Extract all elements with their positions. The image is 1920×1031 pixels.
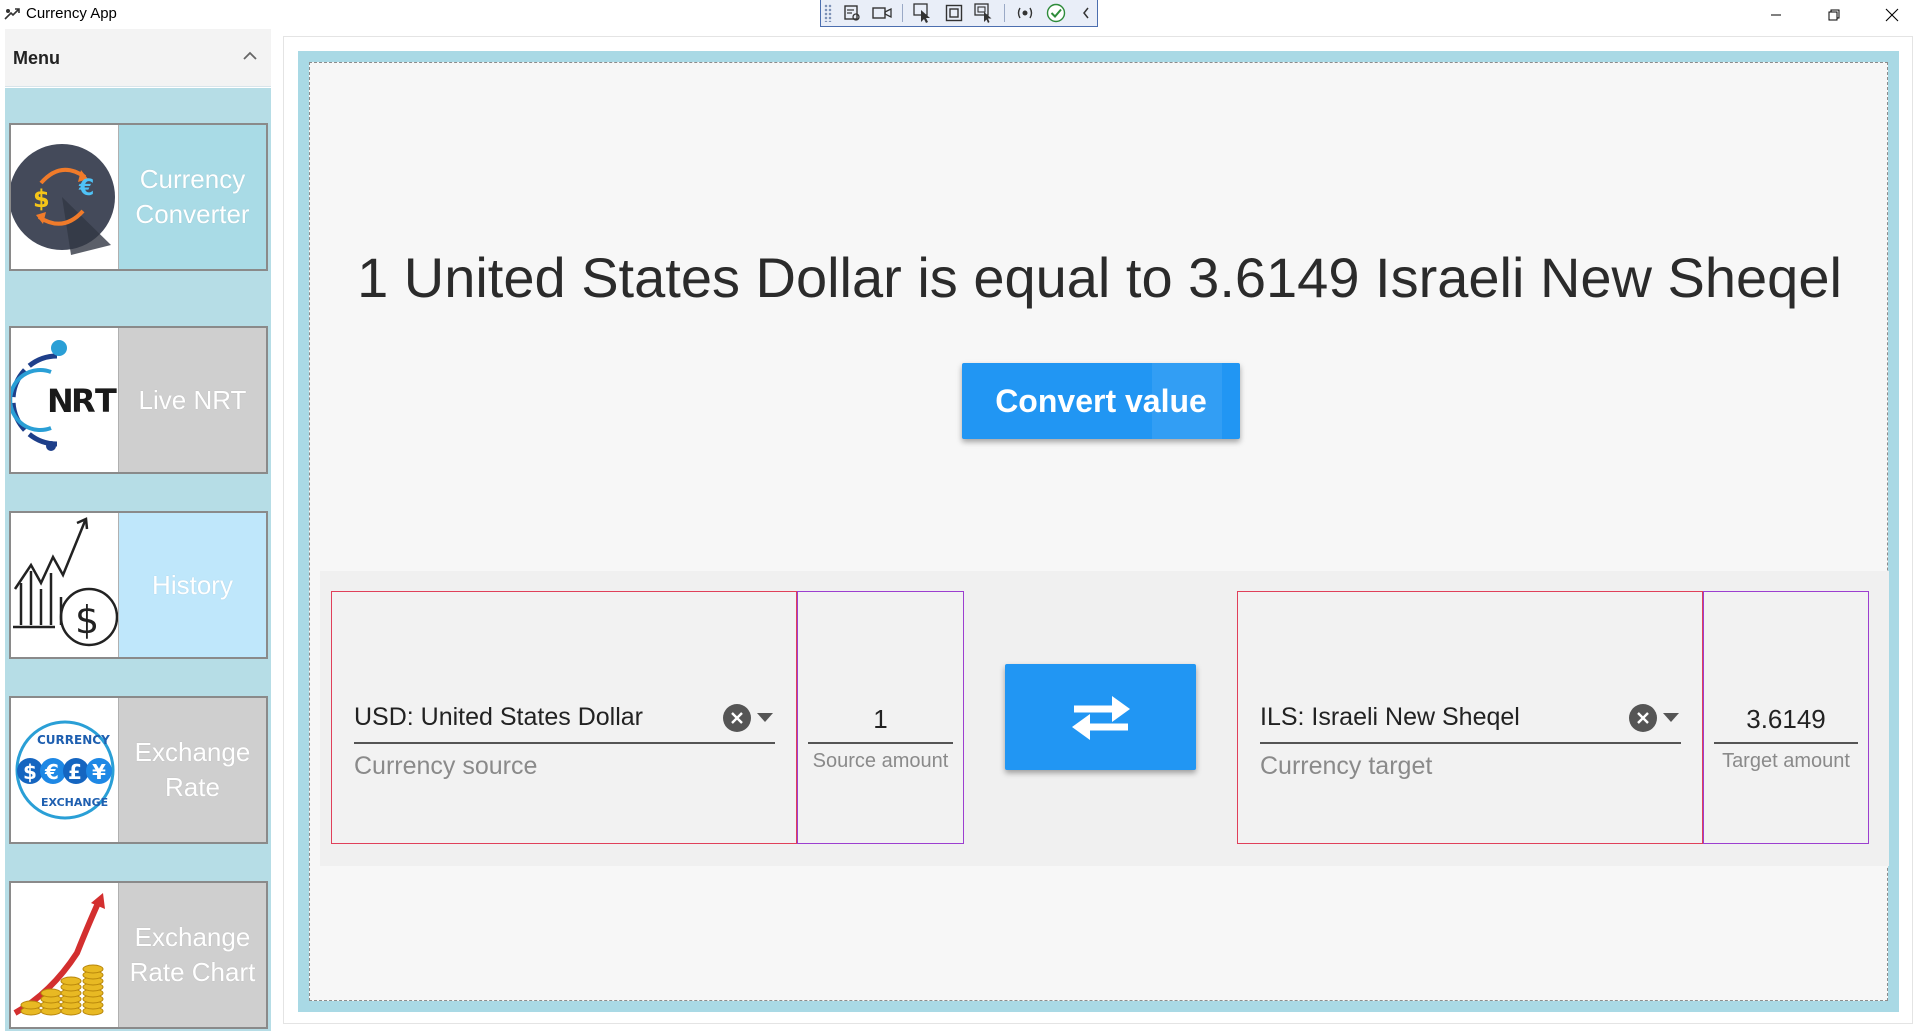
svg-text:€: € xyxy=(78,176,94,201)
sidebar-item-label: Live NRT xyxy=(138,384,247,415)
target-amount-field[interactable]: 3.6149 Target amount xyxy=(1703,591,1869,844)
clear-source-icon[interactable] xyxy=(723,704,751,732)
toolbar-grip-icon[interactable] xyxy=(824,4,832,22)
sidebar-item-exchange-rate-chart[interactable]: Exchange Rate Chart xyxy=(9,881,268,1029)
record-icon[interactable] xyxy=(872,2,894,24)
target-currency-underline xyxy=(1260,742,1681,744)
exchange-image: CURRENCY $ € £ ¥ EXCHANGE xyxy=(11,698,119,842)
live-visual-tree-icon[interactable] xyxy=(841,2,863,24)
source-amount-value[interactable]: 1 xyxy=(798,704,963,735)
toolbar-separator xyxy=(902,4,904,22)
close-icon xyxy=(1885,8,1899,21)
source-currency-combobox[interactable]: USD: United States Dollar Currency sourc… xyxy=(331,591,797,844)
chart-image xyxy=(11,883,119,1027)
app-icon xyxy=(4,8,20,20)
target-currency-hint: Currency target xyxy=(1260,752,1433,780)
target-amount-value[interactable]: 3.6149 xyxy=(1704,704,1868,735)
svg-text:€: € xyxy=(44,760,59,784)
window-title: Currency App xyxy=(26,5,117,22)
track-focus-icon[interactable] xyxy=(974,2,996,24)
source-amount-hint: Source amount xyxy=(812,750,949,772)
restore-button[interactable] xyxy=(1805,0,1863,29)
target-amount-underline xyxy=(1714,742,1858,744)
sidebar-item-label: History xyxy=(152,569,233,600)
svg-text:N: N xyxy=(47,382,74,420)
toolbar-separator xyxy=(1004,4,1006,22)
svg-text:T: T xyxy=(95,382,117,420)
convert-value-button[interactable]: Convert value xyxy=(962,363,1240,439)
history-image: $ xyxy=(11,513,119,657)
menu-body: $ € Currency Converter N R T Live NRT $ … xyxy=(5,88,271,1031)
swap-arrows-icon xyxy=(1071,696,1130,740)
clear-target-icon[interactable] xyxy=(1629,704,1657,732)
sidebar-item-label: Exchange Rate xyxy=(134,737,251,802)
source-currency-hint: Currency source xyxy=(354,752,538,780)
menu-header[interactable]: Menu xyxy=(5,29,271,87)
menu-title: Menu xyxy=(13,48,60,68)
source-amount-field[interactable]: 1 Source amount xyxy=(797,591,964,844)
sidebar-item-label: Currency Converter xyxy=(135,164,250,229)
target-currency-value: ILS: Israeli New Sheqel xyxy=(1260,703,1520,731)
svg-text:¥: ¥ xyxy=(92,760,106,784)
target-amount-hint: Target amount xyxy=(1722,750,1850,772)
convert-value-label: Convert value xyxy=(995,382,1207,419)
currency-converter-image: $ € xyxy=(11,125,119,269)
source-currency-value: USD: United States Dollar xyxy=(354,703,644,731)
chevron-up-icon[interactable] xyxy=(241,49,259,63)
restore-icon xyxy=(1828,9,1840,20)
target-currency-combobox[interactable]: ILS: Israeli New Sheqel Currency target xyxy=(1237,591,1703,844)
svg-text:$: $ xyxy=(23,760,37,784)
check-icon[interactable] xyxy=(1045,2,1067,24)
swap-currencies-button[interactable] xyxy=(1005,664,1196,770)
source-currency-underline xyxy=(354,742,775,744)
close-button[interactable] xyxy=(1863,0,1920,29)
source-amount-underline xyxy=(808,742,953,744)
converter-panel: 1 United States Dollar is equal to 3.614… xyxy=(309,62,1889,1001)
svg-text:CURRENCY: CURRENCY xyxy=(37,733,110,747)
debug-toolbar xyxy=(820,0,1098,27)
select-element-icon[interactable] xyxy=(912,2,934,24)
sidebar: Menu $ € Currency Converter N R T Live N… xyxy=(5,29,271,1031)
chevron-down-icon[interactable] xyxy=(1663,713,1679,723)
sidebar-item-exchange-rate[interactable]: CURRENCY $ € £ ¥ EXCHANGE Exchange Rate xyxy=(9,696,268,844)
svg-text:£: £ xyxy=(68,760,82,784)
sidebar-item-live-nrt[interactable]: N R T Live NRT xyxy=(9,326,268,474)
minimize-button[interactable] xyxy=(1747,0,1805,29)
collapse-chevron-icon[interactable] xyxy=(1075,2,1097,24)
hot-reload-icon[interactable] xyxy=(1014,2,1036,24)
minimize-icon xyxy=(1771,14,1781,15)
sidebar-item-label: Exchange Rate Chart xyxy=(129,922,256,987)
svg-text:R: R xyxy=(71,382,96,420)
svg-text:$: $ xyxy=(33,185,50,213)
sidebar-item-history[interactable]: $ History xyxy=(9,511,268,659)
nrt-image: N R T xyxy=(11,328,119,472)
display-layout-adorners-icon[interactable] xyxy=(943,2,965,24)
conversion-result-text: 1 United States Dollar is equal to 3.614… xyxy=(357,246,1842,309)
sidebar-item-currency-converter[interactable]: $ € Currency Converter xyxy=(9,123,268,271)
svg-text:$: $ xyxy=(75,598,99,642)
chevron-down-icon[interactable] xyxy=(757,713,773,723)
svg-text:EXCHANGE: EXCHANGE xyxy=(41,796,108,809)
title-bar: Currency App xyxy=(0,0,1920,29)
